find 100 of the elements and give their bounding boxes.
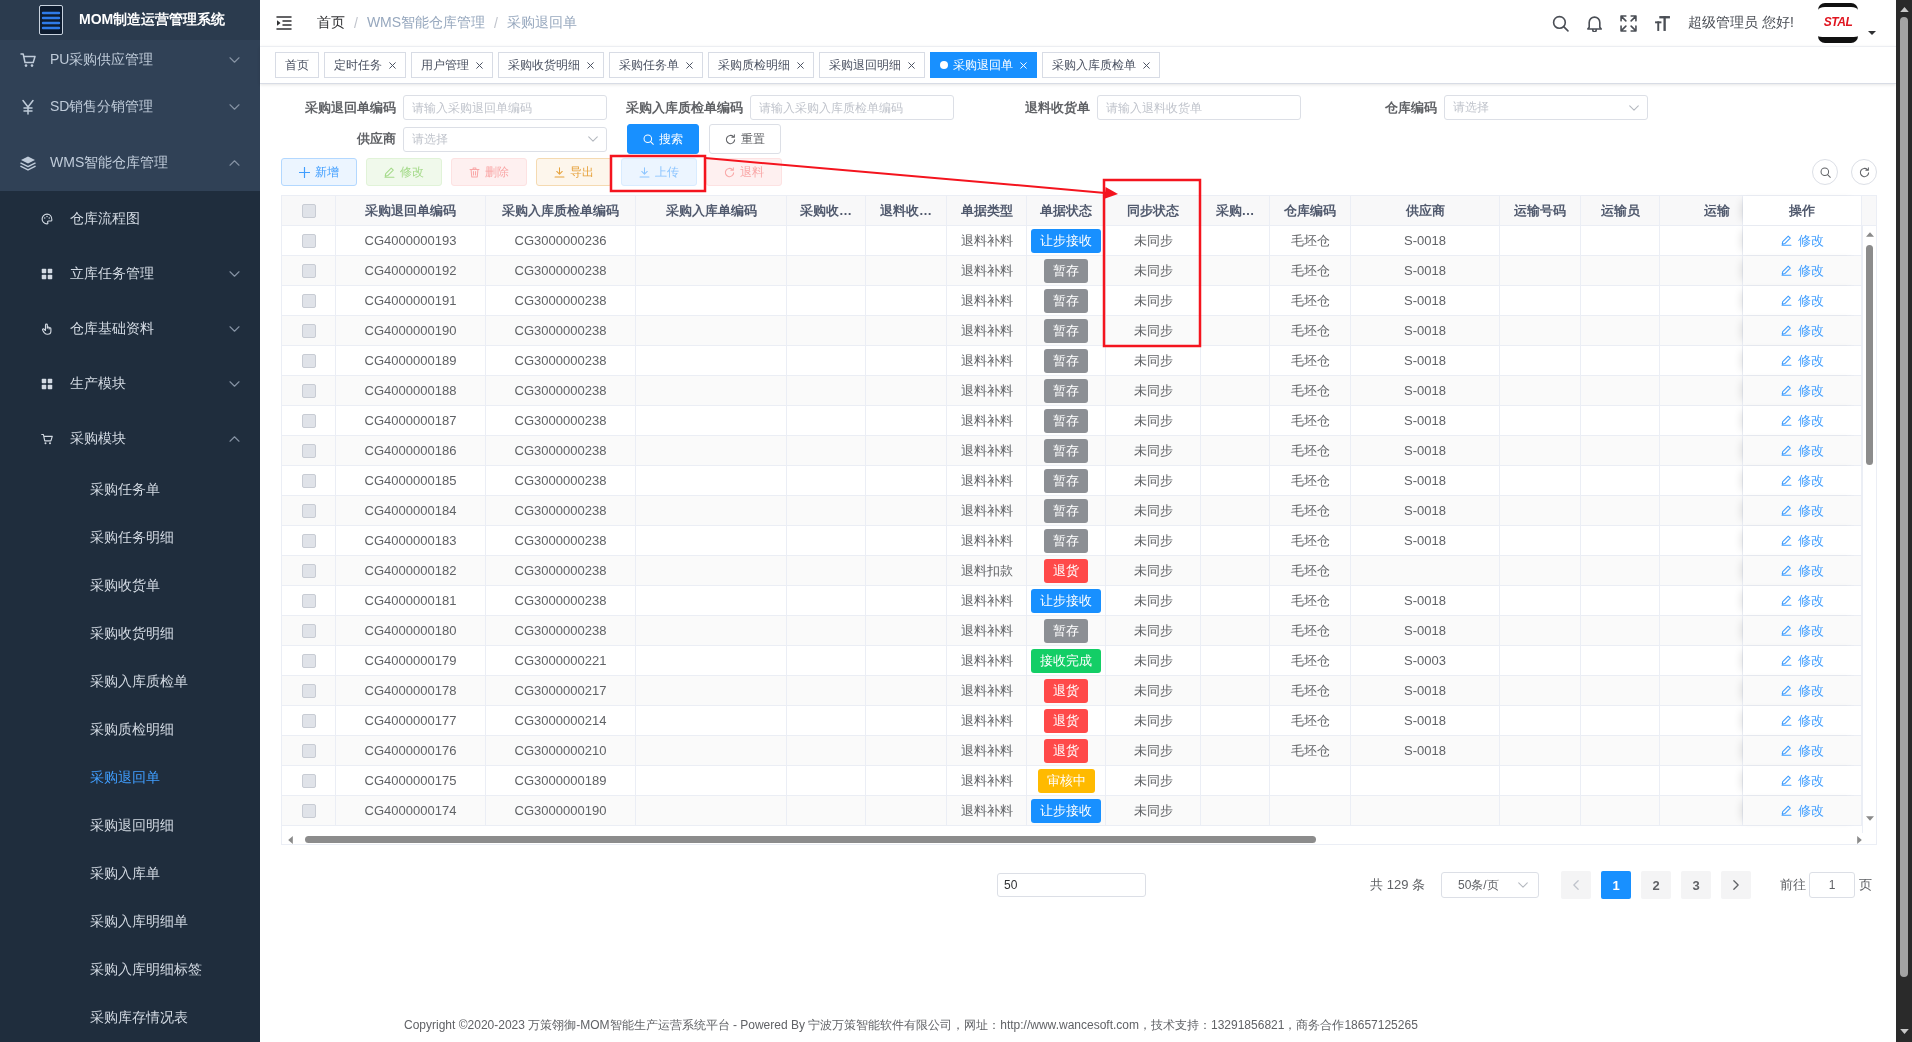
tab[interactable]: 用户管理 — [411, 52, 493, 78]
select-all-checkbox[interactable] — [301, 203, 316, 218]
tab[interactable]: 首页 — [275, 52, 319, 78]
close-icon[interactable] — [389, 61, 396, 69]
row-checkbox[interactable] — [301, 683, 316, 698]
close-icon[interactable] — [908, 61, 915, 69]
reset-button[interactable]: 重置 — [709, 124, 781, 154]
tab[interactable]: 采购质检明细 — [708, 52, 814, 78]
tab[interactable]: 采购退回单 — [930, 52, 1037, 78]
menu-item[interactable]: 采购入库质检单 — [0, 658, 260, 706]
edit-icon — [1780, 625, 1792, 636]
close-icon[interactable] — [797, 61, 804, 69]
arrow-down-icon[interactable] — [1899, 1029, 1909, 1034]
row-checkbox[interactable] — [301, 263, 316, 278]
row-checkbox[interactable] — [301, 353, 316, 368]
row-checkbox[interactable] — [301, 323, 316, 338]
arrow-right-icon[interactable] — [1857, 835, 1862, 844]
edit-link[interactable]: 修改 — [1780, 231, 1824, 250]
menu-item[interactable]: 仓库基础资料 — [0, 301, 260, 356]
breadcrumb-link[interactable]: 首页 — [317, 14, 345, 32]
close-icon[interactable] — [476, 61, 483, 69]
menu-item[interactable]: 生产模块 — [0, 356, 260, 411]
close-icon[interactable] — [1143, 61, 1150, 69]
menu-icon[interactable] — [275, 15, 293, 31]
page-button[interactable]: 2 — [1641, 871, 1671, 899]
close-icon[interactable] — [587, 61, 594, 69]
fullscreen-icon[interactable] — [1620, 14, 1638, 32]
page-input[interactable]: 1 — [1809, 872, 1855, 898]
menu-item[interactable]: WMS智能仓库管理 — [0, 135, 260, 191]
page-size-select[interactable]: 50条/页 — [1441, 872, 1539, 898]
tab[interactable]: 采购收货明细 — [498, 52, 604, 78]
row-checkbox[interactable] — [301, 773, 316, 788]
row-checkbox[interactable] — [301, 803, 316, 818]
row-checkbox[interactable] — [301, 713, 316, 728]
edit-link[interactable]: 修改 — [1780, 591, 1824, 610]
edit-icon — [1780, 415, 1792, 426]
row-checkbox[interactable] — [301, 473, 316, 488]
input-field[interactable]: 请输入退料收货单 — [1097, 95, 1301, 120]
menu-item[interactable]: 采购任务单 — [0, 466, 260, 514]
page-button[interactable]: 3 — [1681, 871, 1711, 899]
menu-item[interactable]: 采购退回单 — [0, 754, 260, 802]
menu-item[interactable]: 采购入库单 — [0, 850, 260, 898]
arrow-left-icon[interactable] — [288, 835, 293, 844]
row-checkbox[interactable] — [301, 533, 316, 548]
edit-link[interactable]: 修改 — [1780, 291, 1824, 310]
menu-item[interactable]: 采购库存情况表 — [0, 994, 260, 1042]
row-checkbox[interactable] — [301, 293, 316, 308]
menu-item[interactable]: 采购收货单 — [0, 562, 260, 610]
edit-link[interactable]: 修改 — [1780, 711, 1824, 730]
menu-item[interactable]: 采购入库明细单 — [0, 898, 260, 946]
caret-down-icon[interactable] — [1868, 31, 1876, 35]
menu-item[interactable]: SD销售分销管理 — [0, 79, 260, 135]
table-cell: CG3000000189 — [486, 766, 636, 795]
row-checkbox[interactable] — [301, 413, 316, 428]
menu-item[interactable]: 采购模块 — [0, 411, 260, 466]
edit-link[interactable]: 修改 — [1780, 771, 1824, 790]
table-cell: S-0018 — [1351, 406, 1500, 435]
font-size-icon[interactable] — [1654, 14, 1672, 32]
edit-link[interactable]: 修改 — [1780, 411, 1824, 430]
edit-link[interactable]: 修改 — [1780, 651, 1824, 670]
search-toggle-button[interactable] — [1812, 159, 1838, 185]
tab[interactable]: 采购入库质检单 — [1042, 52, 1160, 78]
row-checkbox[interactable] — [301, 503, 316, 518]
search-icon[interactable] — [1552, 14, 1570, 32]
scrollbar-thumb[interactable] — [305, 836, 1316, 843]
table-cell: 未同步 — [1106, 556, 1201, 585]
row-checkbox[interactable] — [301, 593, 316, 608]
number-input[interactable]: 50 — [997, 873, 1147, 897]
menu-item[interactable]: 立库任务管理 — [0, 246, 260, 301]
menu-item[interactable]: PU采购供应管理 — [0, 40, 260, 79]
arrow-up-icon[interactable] — [1899, 7, 1909, 12]
menu-item[interactable]: 采购任务明细 — [0, 514, 260, 562]
menu-item[interactable]: 采购质检明细 — [0, 706, 260, 754]
refresh-button[interactable] — [1851, 159, 1877, 185]
status-tag: 暂存 — [1044, 408, 1088, 433]
edit-link[interactable]: 修改 — [1780, 471, 1824, 490]
row-checkbox[interactable] — [301, 233, 316, 248]
menu-item[interactable]: 采购收货明细 — [0, 610, 260, 658]
row-checkbox[interactable] — [301, 653, 316, 668]
close-icon[interactable] — [686, 61, 693, 69]
next-page-button[interactable] — [1721, 871, 1751, 899]
tab[interactable]: 采购任务单 — [609, 52, 703, 78]
page-button[interactable]: 1 — [1601, 871, 1631, 899]
menu-item[interactable]: 仓库流程图 — [0, 191, 260, 246]
row-checkbox[interactable] — [301, 623, 316, 638]
edit-link[interactable]: 修改 — [1780, 531, 1824, 550]
menu-item[interactable]: 采购退回明细 — [0, 802, 260, 850]
edit-link[interactable]: 修改 — [1780, 351, 1824, 370]
bell-icon[interactable] — [1586, 14, 1604, 32]
menu-item[interactable]: 采购入库明细标签 — [0, 946, 260, 994]
row-checkbox[interactable] — [301, 563, 316, 578]
scrollbar-thumb[interactable] — [1866, 245, 1873, 465]
company-logo[interactable]: STAL — [1818, 3, 1858, 43]
tab[interactable]: 定时任务 — [324, 52, 406, 78]
row-checkbox[interactable] — [301, 743, 316, 758]
tab[interactable]: 采购退回明细 — [819, 52, 925, 78]
row-checkbox[interactable] — [301, 383, 316, 398]
scrollbar-thumb[interactable] — [1900, 17, 1908, 977]
search-button[interactable]: 搜索 — [627, 124, 699, 154]
row-checkbox[interactable] — [301, 443, 316, 458]
